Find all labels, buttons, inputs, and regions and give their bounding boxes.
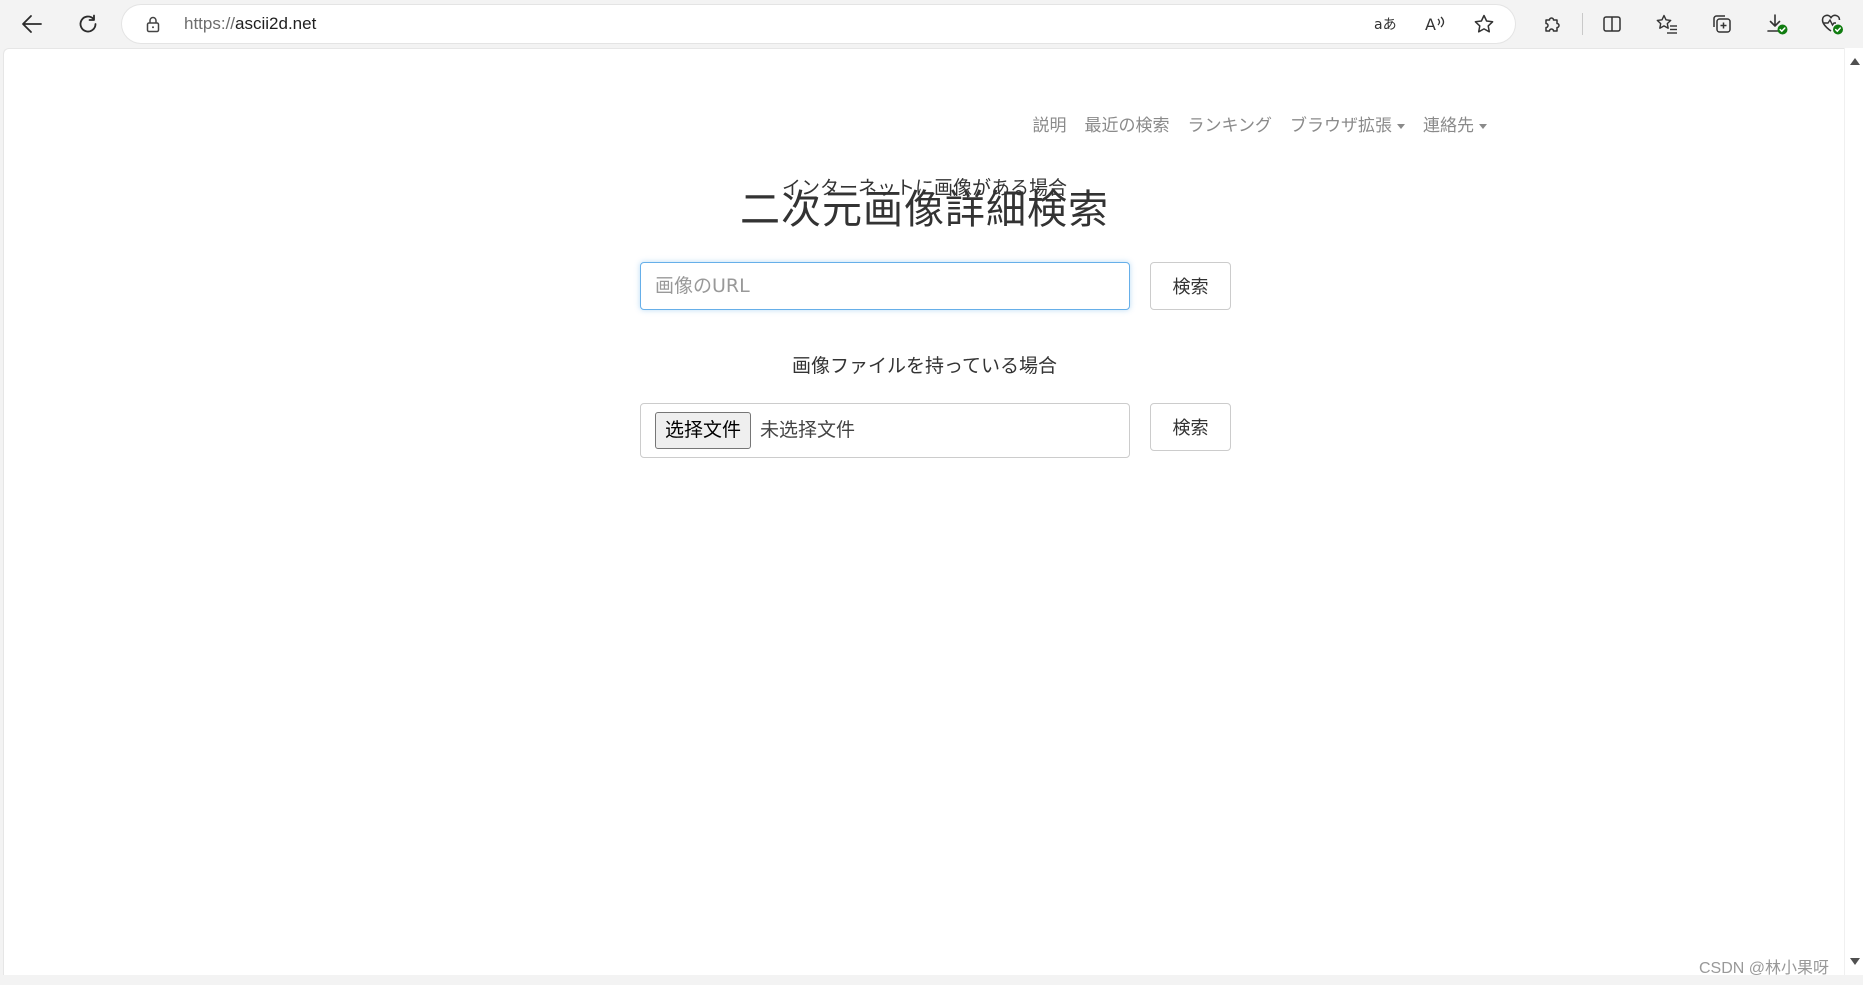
file-search-button[interactable]: 検索	[1150, 403, 1231, 451]
nav-item-label: ブラウザ拡張	[1290, 116, 1392, 136]
downloads-button[interactable]	[1759, 6, 1795, 42]
nav-item-recent-searches[interactable]: 最近の検索	[1076, 111, 1179, 141]
svg-text:aあ: aあ	[1374, 17, 1397, 33]
lock-icon[interactable]	[144, 15, 162, 33]
page-viewport: 説明 最近の検索 ランキング ブラウザ拡張 連絡先 二次元画像詳細検索 インター…	[3, 48, 1845, 976]
url-section-label: インターネットに画像がある場合	[781, 177, 1067, 199]
reload-button[interactable]	[70, 6, 106, 42]
performance-button[interactable]	[1814, 6, 1850, 42]
read-aloud-icon: A	[1425, 15, 1445, 34]
nav-item-label: 説明	[1032, 116, 1067, 136]
puzzle-icon	[1545, 17, 1560, 32]
arrow-left-icon	[22, 15, 42, 33]
window-bottom-edge	[0, 975, 1863, 985]
scroll-up-arrow-icon[interactable]	[1850, 58, 1860, 65]
collections-button[interactable]	[1704, 6, 1740, 42]
browser-toolbar: https://ascii2d.net aあ A	[0, 0, 1863, 48]
vertical-scrollbar[interactable]	[1844, 48, 1863, 975]
translate-icon: aあ	[1374, 17, 1397, 33]
top-nav: 説明 最近の検索 ランキング ブラウザ拡張 連絡先	[1024, 111, 1497, 141]
back-button[interactable]	[14, 6, 50, 42]
nav-item-contact[interactable]: 連絡先	[1414, 111, 1496, 141]
collections-icon	[1713, 15, 1731, 33]
url-search-button[interactable]: 検索	[1150, 262, 1231, 310]
nav-item-about[interactable]: 説明	[1024, 111, 1076, 141]
split-screen-icon	[1603, 16, 1621, 32]
favorite-button[interactable]	[1469, 9, 1499, 39]
address-bar[interactable]: https://ascii2d.net aあ A	[122, 5, 1515, 43]
nav-item-label: ランキング	[1187, 116, 1273, 136]
extensions-button[interactable]	[1534, 6, 1570, 42]
split-screen-button[interactable]	[1594, 6, 1630, 42]
file-input[interactable]: 选择文件 未选择文件	[640, 403, 1130, 458]
toolbar-divider	[1582, 13, 1583, 35]
svg-text:A: A	[1425, 15, 1436, 34]
scroll-down-arrow-icon[interactable]	[1850, 958, 1860, 965]
star-icon	[1474, 14, 1494, 33]
nav-item-label: 連絡先	[1423, 116, 1474, 136]
nav-item-ranking[interactable]: ランキング	[1179, 111, 1282, 141]
choose-file-button[interactable]: 选择文件	[655, 412, 752, 449]
url-scheme: https://	[184, 14, 236, 33]
heartbeat-icon	[1821, 14, 1843, 35]
image-url-input[interactable]	[640, 262, 1130, 310]
caret-down-icon	[1479, 123, 1487, 129]
file-section-label: 画像ファイルを持っている場合	[791, 355, 1058, 377]
refresh-icon	[79, 14, 97, 33]
url-text[interactable]: https://ascii2d.net	[184, 5, 316, 43]
caret-down-icon	[1397, 123, 1405, 129]
watermark: CSDN @林小果呀	[1698, 960, 1829, 977]
file-status-text: 未选择文件	[760, 419, 856, 441]
nav-item-browser-extension[interactable]: ブラウザ拡張	[1281, 111, 1414, 141]
download-icon	[1767, 14, 1788, 35]
favorites-button[interactable]	[1649, 6, 1685, 42]
favorites-list-icon	[1656, 14, 1677, 34]
read-aloud-button[interactable]: A	[1420, 9, 1450, 39]
url-host: ascii2d.net	[235, 14, 317, 33]
translate-button[interactable]: aあ	[1370, 9, 1400, 39]
nav-item-label: 最近の検索	[1084, 116, 1170, 136]
